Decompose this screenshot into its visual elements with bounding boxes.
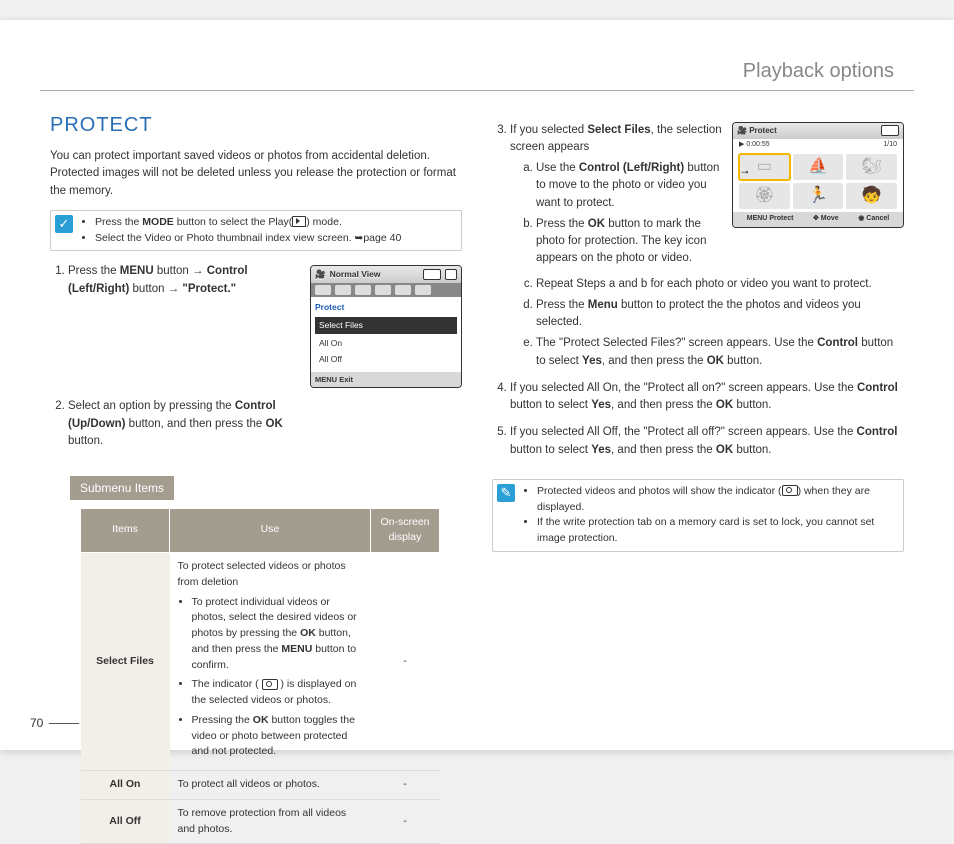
thumbnail-screen-illustration: 🎥 Protect ▶ 0:00:55 1/10 ▭⛵🐿 🏵🏃🧒 <box>732 122 904 228</box>
key-icon <box>262 679 278 690</box>
th-items: Items <box>81 508 170 553</box>
note2-line2: If the write protection tab on a memory … <box>537 515 897 547</box>
step-3: If you selected Select Files, the select… <box>510 122 904 370</box>
note-box-2: ✎ Protected videos and photos will show … <box>492 479 904 552</box>
th-use: Use <box>170 508 371 553</box>
note1-line1: Press the MODE button to select the Play… <box>95 215 455 231</box>
key-icon <box>782 485 798 496</box>
submenu-table: Items Use On-screen display Select Files… <box>80 508 440 844</box>
note-icon: ✎ <box>497 484 515 502</box>
th-display: On-screen display <box>371 508 440 553</box>
note2-line1: Protected videos and photos will show th… <box>537 484 897 516</box>
row-all-off: All Off To remove protection from all vi… <box>81 799 440 844</box>
row-select-files: Select Files To protect selected videos … <box>81 553 440 771</box>
check-icon: ✓ <box>55 215 73 233</box>
play-icon <box>292 216 306 227</box>
page-number: 70 <box>30 716 79 730</box>
menu-screen-illustration: 🎥Normal View Protect Select Files All On… <box>310 265 462 388</box>
note-box-1: ✓ Press the MODE button to select the Pl… <box>50 210 462 252</box>
step-4: If you selected All On, the "Protect all… <box>510 380 904 415</box>
page-header-title: Playback options <box>743 60 894 83</box>
row-all-on: All On To protect all videos or photos. … <box>81 771 440 800</box>
step-1: Press the MENU button → Control (Left/Ri… <box>68 263 462 388</box>
step-2: Select an option by pressing the Control… <box>68 398 298 450</box>
intro-text: You can protect important saved videos o… <box>50 148 462 200</box>
header-rule <box>40 90 914 91</box>
note1-line2: Select the Video or Photo thumbnail inde… <box>95 231 455 247</box>
left-column: PROTECT You can protect important saved … <box>50 110 462 720</box>
right-column: If you selected Select Files, the select… <box>492 110 904 720</box>
section-title: PROTECT <box>50 110 462 140</box>
step-5: If you selected All Off, the "Protect al… <box>510 424 904 459</box>
submenu-heading: Submenu Items <box>70 476 174 500</box>
